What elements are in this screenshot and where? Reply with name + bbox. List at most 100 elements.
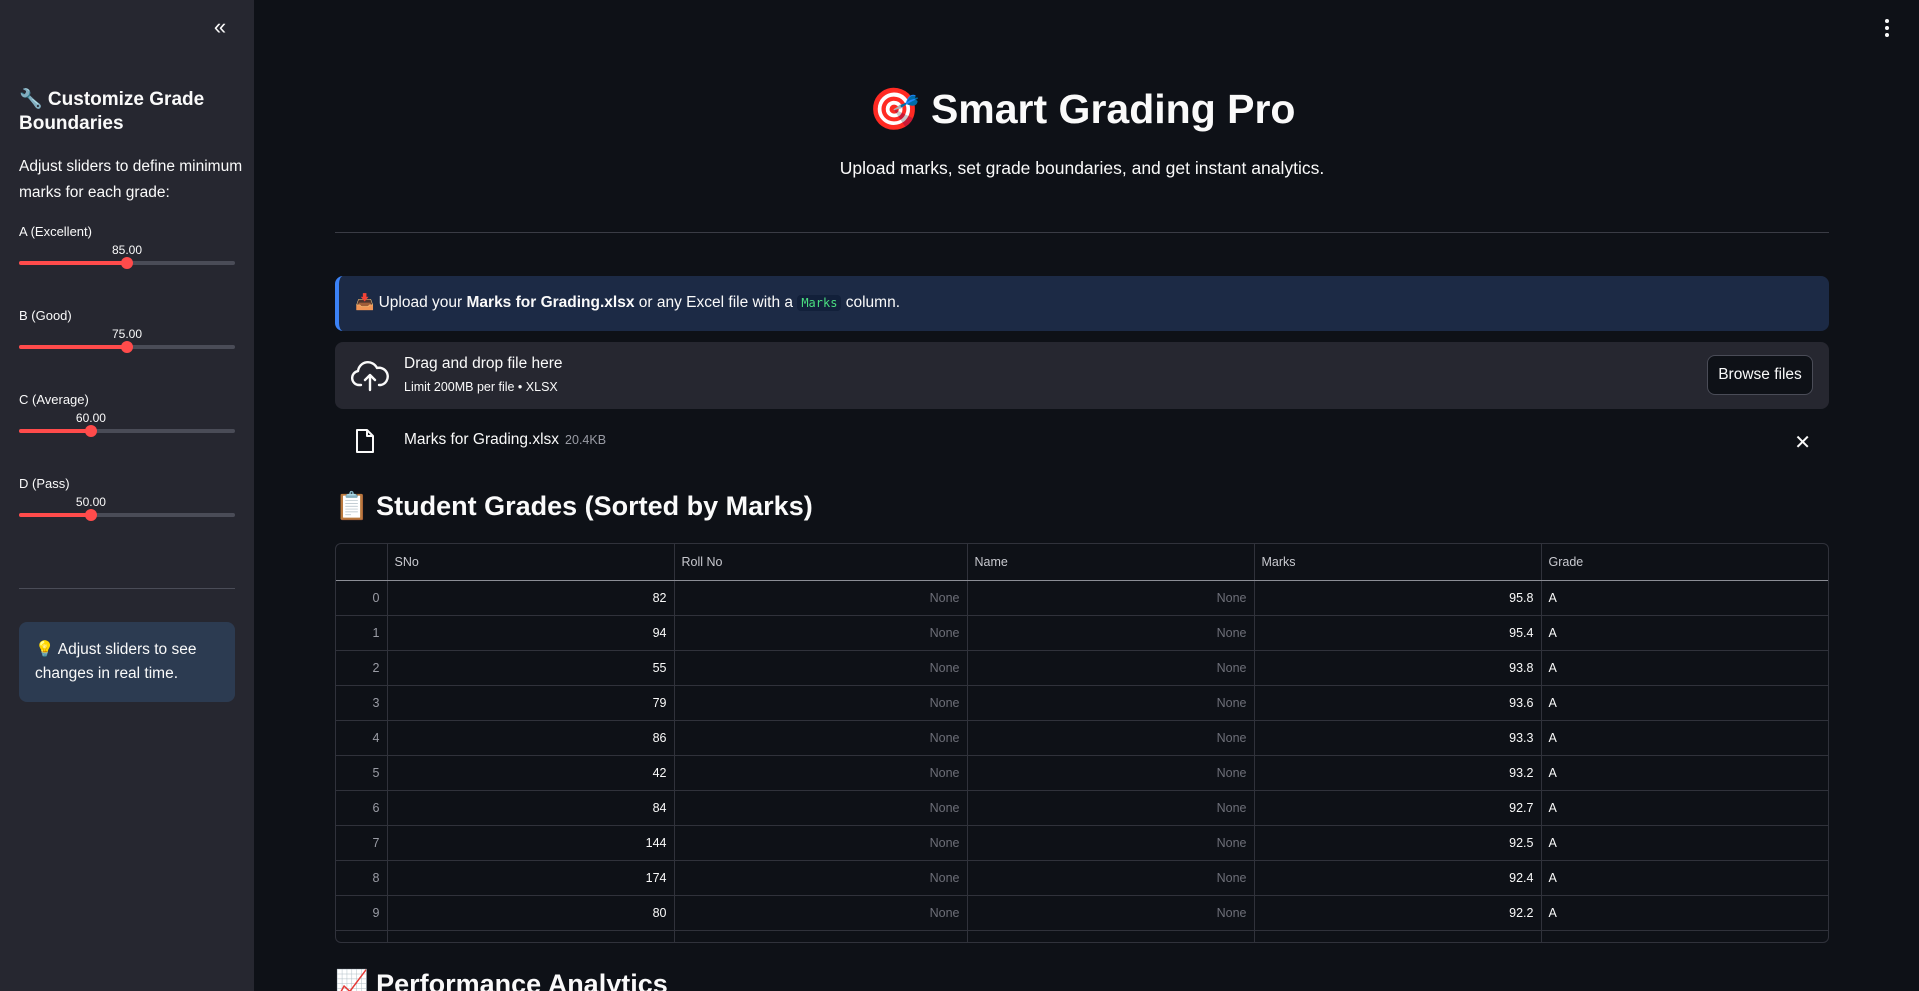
cell-marks[interactable]: 95.4 (1254, 615, 1542, 651)
cell-name[interactable]: None (967, 860, 1255, 896)
table-cell[interactable] (674, 930, 968, 942)
cell-roll-no[interactable]: None (674, 615, 968, 651)
cell-sno[interactable]: 82 (387, 580, 675, 616)
cell-grade[interactable]: A (1541, 685, 1828, 721)
cell-name[interactable]: None (967, 650, 1255, 686)
cell-grade[interactable]: A (1541, 755, 1828, 791)
table-row[interactable]: 2 55 None None 93.8 A (336, 650, 1828, 686)
table-row[interactable]: 0 82 None None 95.8 A (336, 580, 1828, 616)
cell-marks[interactable]: 93.6 (1254, 685, 1542, 721)
cell-marks[interactable]: 93.2 (1254, 755, 1542, 791)
table-row[interactable]: 4 86 None None 93.3 A (336, 720, 1828, 756)
cell-grade[interactable]: A (1541, 580, 1828, 616)
dropzone-instructions: Drag and drop file here (404, 355, 563, 372)
slider-thumb[interactable] (121, 257, 133, 269)
cell-name[interactable]: None (967, 685, 1255, 721)
cell-name[interactable]: None (967, 825, 1255, 861)
grades-table[interactable]: SNo Roll No Name Marks Grade 0 82 None None… (335, 543, 1829, 943)
slider-thumb[interactable] (121, 341, 133, 353)
cell-name[interactable]: None (967, 895, 1255, 931)
cell-name[interactable]: None (967, 720, 1255, 756)
table-row[interactable] (336, 930, 1828, 942)
section-title-grades: 📋 Student Grades (Sorted by Marks) (335, 491, 813, 521)
cell-marks[interactable]: 92.4 (1254, 860, 1542, 896)
row-index[interactable]: 3 (336, 685, 388, 721)
cell-sno[interactable]: 174 (387, 860, 675, 896)
remove-file-icon[interactable]: ✕ (1794, 430, 1811, 455)
cell-roll-no[interactable]: None (674, 720, 968, 756)
cell-sno[interactable]: 84 (387, 790, 675, 826)
cell-sno[interactable]: 86 (387, 720, 675, 756)
cloud-upload-icon (351, 361, 389, 392)
cell-marks[interactable]: 92.7 (1254, 790, 1542, 826)
cell-roll-no[interactable]: None (674, 685, 968, 721)
cell-name[interactable]: None (967, 790, 1255, 826)
file-dropzone[interactable]: Drag and drop file here Limit 200MB per … (335, 342, 1829, 409)
table-row[interactable]: 8 174 None None 92.4 A (336, 860, 1828, 896)
cell-grade[interactable]: A (1541, 650, 1828, 686)
collapse-sidebar-icon[interactable]: « (208, 16, 232, 40)
slider-grade-c: C (Average) 60.00 (19, 392, 235, 452)
uploaded-file: Marks for Grading.xlsx 20.4KB ✕ (335, 418, 1829, 464)
row-index[interactable]: 0 (336, 580, 388, 616)
cell-marks[interactable]: 93.8 (1254, 650, 1542, 686)
cell-grade[interactable]: A (1541, 790, 1828, 826)
upload-info-alert: 📥 Upload your Marks for Grading.xlsx or … (335, 276, 1829, 331)
cell-sno[interactable]: 144 (387, 825, 675, 861)
cell-grade[interactable]: A (1541, 895, 1828, 931)
table-cell[interactable] (387, 930, 675, 942)
cell-name[interactable]: None (967, 615, 1255, 651)
cell-roll-no[interactable]: None (674, 650, 968, 686)
row-index[interactable]: 2 (336, 650, 388, 686)
cell-sno[interactable]: 79 (387, 685, 675, 721)
app: « 🔧 Customize Grade Boundaries Adjust sl… (0, 0, 1919, 991)
column-header[interactable]: Marks (1254, 544, 1542, 581)
cell-grade[interactable]: A (1541, 860, 1828, 896)
table-cell[interactable] (1541, 930, 1828, 942)
cell-name[interactable]: None (967, 755, 1255, 791)
cell-grade[interactable]: A (1541, 825, 1828, 861)
cell-roll-no[interactable]: None (674, 825, 968, 861)
table-row[interactable]: 7 144 None None 92.5 A (336, 825, 1828, 861)
table-cell[interactable] (967, 930, 1255, 942)
slider-thumb[interactable] (84, 425, 97, 437)
column-header[interactable]: SNo (387, 544, 675, 581)
row-index[interactable]: 9 (336, 895, 388, 931)
main-menu-icon[interactable] (1878, 16, 1896, 38)
table-cell[interactable] (336, 930, 388, 942)
cell-grade[interactable]: A (1541, 720, 1828, 756)
cell-roll-no[interactable]: None (674, 790, 968, 826)
cell-marks[interactable]: 95.8 (1254, 580, 1542, 616)
cell-marks[interactable]: 92.2 (1254, 895, 1542, 931)
table-row[interactable]: 9 80 None None 92.2 A (336, 895, 1828, 931)
cell-sno[interactable]: 80 (387, 895, 675, 931)
cell-roll-no[interactable]: None (674, 895, 968, 931)
cell-sno[interactable]: 55 (387, 650, 675, 686)
row-index[interactable]: 4 (336, 720, 388, 756)
cell-name[interactable]: None (967, 580, 1255, 616)
row-index[interactable]: 7 (336, 825, 388, 861)
row-index[interactable]: 8 (336, 860, 388, 896)
cell-sno[interactable]: 42 (387, 755, 675, 791)
cell-marks[interactable]: 93.3 (1254, 720, 1542, 756)
cell-roll-no[interactable]: None (674, 755, 968, 791)
table-row[interactable]: 6 84 None None 92.7 A (336, 790, 1828, 826)
table-row[interactable]: 3 79 None None 93.6 A (336, 685, 1828, 721)
table-cell[interactable] (1254, 930, 1542, 942)
column-header[interactable]: Grade (1541, 544, 1828, 581)
row-index[interactable]: 6 (336, 790, 388, 826)
index-header (336, 544, 388, 581)
row-index[interactable]: 1 (336, 615, 388, 651)
cell-marks[interactable]: 92.5 (1254, 825, 1542, 861)
cell-sno[interactable]: 94 (387, 615, 675, 651)
table-row[interactable]: 1 94 None None 95.4 A (336, 615, 1828, 651)
column-header[interactable]: Name (967, 544, 1255, 581)
slider-thumb[interactable] (84, 509, 97, 521)
table-row[interactable]: 5 42 None None 93.2 A (336, 755, 1828, 791)
cell-roll-no[interactable]: None (674, 580, 968, 616)
cell-roll-no[interactable]: None (674, 860, 968, 896)
column-header[interactable]: Roll No (674, 544, 968, 581)
browse-files-button[interactable]: Browse files (1707, 355, 1813, 395)
cell-grade[interactable]: A (1541, 615, 1828, 651)
row-index[interactable]: 5 (336, 755, 388, 791)
